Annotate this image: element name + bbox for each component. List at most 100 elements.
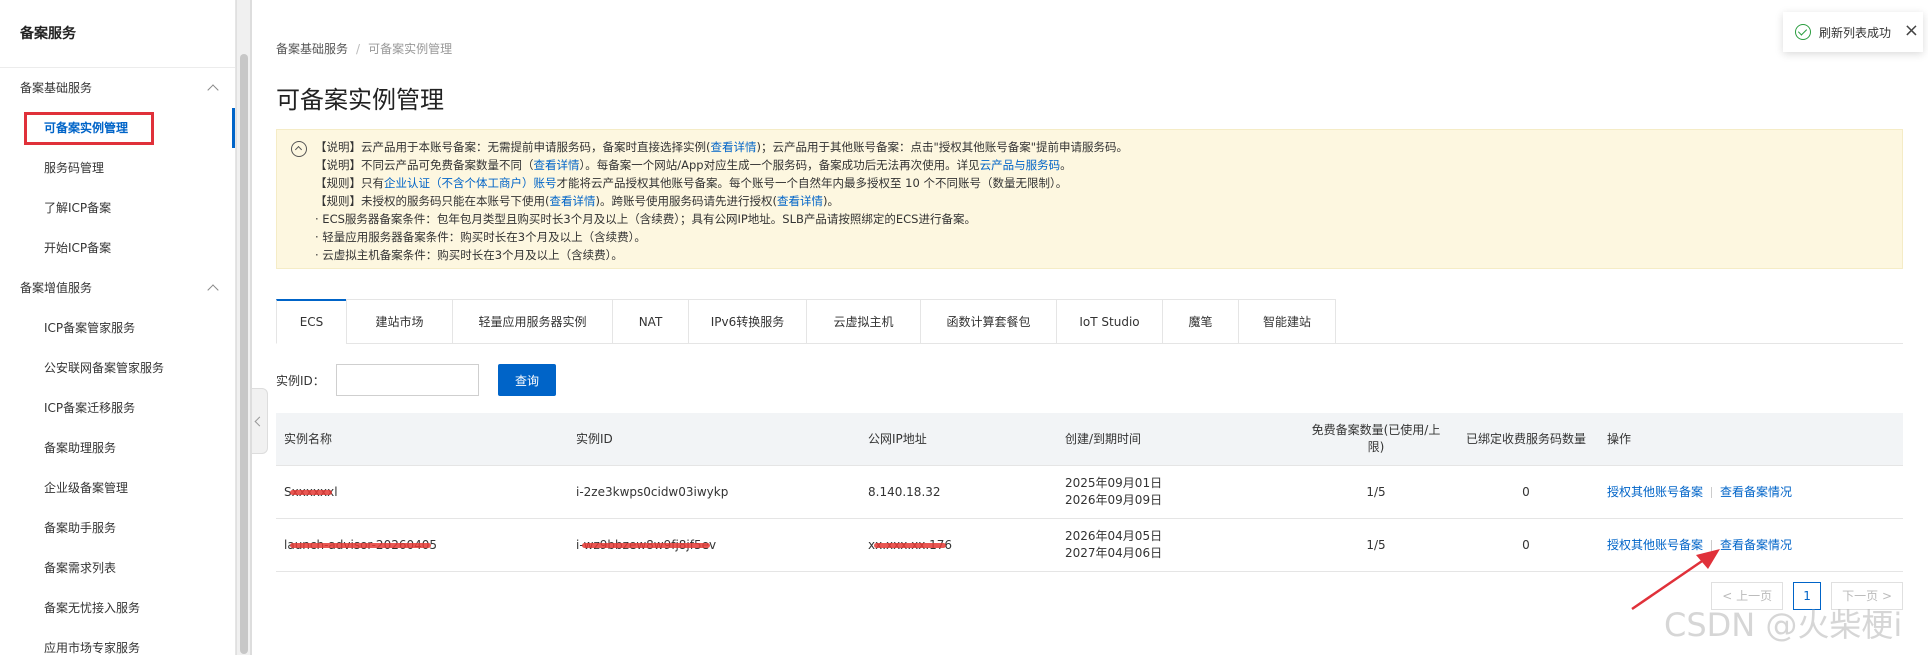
sidebar-item-label: 应用市场专家服务 [44, 641, 141, 655]
sidebar-item-label: 备案需求列表 [44, 561, 117, 575]
action-separator [1711, 486, 1713, 498]
sidebar-item-instance-management[interactable]: 可备案实例管理 [0, 108, 235, 148]
sidebar-item-label: ICP备案迁移服务 [44, 401, 136, 415]
sidebar-item-market-expert[interactable]: 应用市场专家服务 [0, 628, 235, 655]
sidebar-scrollbar[interactable] [236, 0, 250, 655]
sidebar-item-learn-icp[interactable]: 了解ICP备案 [0, 188, 235, 228]
free-quota: 1/5 [1366, 537, 1386, 552]
authorize-other-account-link[interactable]: 授权其他账号备案 [1607, 485, 1703, 499]
view-filing-status-link[interactable]: 查看备案情况 [1720, 485, 1792, 499]
notice-line: · 云虚拟主机备案条件：购买时长在3个月及以上（含续费）。 [315, 248, 623, 262]
sidebar-item-helper[interactable]: 备案助手服务 [0, 508, 235, 548]
breadcrumb-parent[interactable]: 备案基础服务 [276, 42, 348, 56]
sidebar-item-assistant-service[interactable]: 备案助理服务 [0, 428, 235, 468]
col-header: 操作 [1607, 431, 1632, 446]
public-ip: xx.xxx.xx.176 [868, 537, 953, 552]
free-quota: 1/5 [1366, 484, 1386, 499]
divider [250, 0, 252, 655]
instance-id: i-2ze3kwps0cidw03iwykp [576, 484, 729, 499]
sidebar: 备案服务 备案基础服务 可备案实例管理 服务码管理 了解ICP备案 开始ICP备… [0, 0, 236, 655]
instance-id: i-wz9bbzew8w9fj8jf5ev [576, 537, 717, 552]
collapse-sidebar-button[interactable] [252, 388, 268, 454]
sidebar-item-label: 企业级备案管理 [44, 481, 129, 495]
chevron-up-icon [207, 284, 219, 296]
notice-link[interactable]: 企业认证（不含个体工商户）账号 [384, 176, 557, 190]
tab-virtual-host[interactable]: 云虚拟主机 [806, 299, 920, 344]
tab-ecs[interactable]: ECS [276, 299, 346, 344]
tab-mobi[interactable]: 魔笔 [1162, 299, 1238, 344]
notice-line: 【说明】不同云产品可免费备案数量不同（查看详情）。每备案一个网站/App对应生成… [315, 158, 1072, 172]
view-filing-status-link[interactable]: 查看备案情况 [1720, 538, 1792, 552]
sidebar-item-worry-free[interactable]: 备案无忧接入服务 [0, 588, 235, 628]
col-header: 创建/到期时间 [1065, 431, 1142, 446]
success-toast: 刷新列表成功 × [1783, 12, 1923, 52]
sidebar-item-label: 备案无忧接入服务 [44, 601, 141, 615]
sidebar-item-service-code[interactable]: 服务码管理 [0, 148, 235, 188]
product-tabs: ECS 建站市场 轻量应用服务器实例 NAT IPv6转换服务 云虚拟主机 函数… [276, 299, 1903, 344]
notice-panel: 【说明】云产品用于本账号备案：无需提前申请服务码，备案时直接选择实例(查看详情)… [276, 129, 1903, 269]
sidebar-title: 备案服务 [0, 0, 235, 68]
collapse-up-icon[interactable] [291, 141, 307, 157]
sidebar-item-police-butler[interactable]: 公安联网备案管家服务 [0, 348, 235, 388]
create-expire-time: 2026年04月05日 2027年04月06日 [1065, 529, 1163, 560]
sidebar-item-label: 开始ICP备案 [44, 241, 112, 255]
tab-function-compute[interactable]: 函数计算套餐包 [920, 299, 1056, 344]
table-row: Sxxxxxxl i-2ze3kwps0cidw03iwykp 8.140.18… [276, 466, 1903, 519]
row-actions: 授权其他账号备案 查看备案情况 [1597, 484, 1903, 501]
chevron-up-icon [207, 84, 219, 96]
sidebar-item-label: 公安联网备案管家服务 [44, 361, 165, 375]
sidebar-item-label: 备案助理服务 [44, 441, 117, 455]
notice-link[interactable]: 查看详情 [710, 140, 756, 154]
chevron-left-icon [254, 416, 265, 427]
sidebar-item-label: 了解ICP备案 [44, 201, 112, 215]
sidebar-item-icp-butler[interactable]: ICP备案管家服务 [0, 308, 235, 348]
sidebar-group-basic[interactable]: 备案基础服务 [0, 68, 235, 108]
bound-count: 0 [1522, 537, 1530, 552]
notice-link[interactable]: 查看详情 [549, 194, 595, 208]
highlight-box [24, 112, 154, 145]
public-ip: 8.140.18.32 [868, 484, 941, 499]
breadcrumb-separator: / [356, 42, 361, 56]
sidebar-item-demand-list[interactable]: 备案需求列表 [0, 548, 235, 588]
tab-site-market[interactable]: 建站市场 [346, 299, 452, 344]
tab-ipv6[interactable]: IPv6转换服务 [688, 299, 806, 344]
sidebar-item-icp-migration[interactable]: ICP备案迁移服务 [0, 388, 235, 428]
notice-link[interactable]: 查看详情 [777, 194, 823, 208]
table-header: 实例名称 实例ID 公网IP地址 创建/到期时间 免费备案数量(已使用/上限) … [276, 413, 1903, 466]
scrollbar-thumb[interactable] [240, 54, 248, 654]
sidebar-item-start-icp[interactable]: 开始ICP备案 [0, 228, 235, 268]
breadcrumb-current: 可备案实例管理 [368, 42, 453, 56]
tab-iot-studio[interactable]: IoT Studio [1056, 299, 1162, 344]
col-header: 免费备案数量(已使用/上限) [1311, 423, 1441, 454]
notice-line: 【规则】未授权的服务码只能在本账号下使用(查看详情)。跨账号使用服务码请先进行授… [315, 194, 839, 208]
notice-line: 【说明】云产品用于本账号备案：无需提前申请服务码，备案时直接选择实例(查看详情)… [315, 140, 1129, 154]
tab-smart-site[interactable]: 智能建站 [1238, 299, 1336, 344]
close-icon[interactable]: × [1904, 22, 1919, 40]
notice-link[interactable]: 查看详情 [534, 158, 580, 172]
watermark: CSDN @火柴梗i [1664, 606, 1903, 644]
sidebar-item-enterprise[interactable]: 企业级备案管理 [0, 468, 235, 508]
sidebar-group-label: 备案基础服务 [20, 81, 93, 95]
instance-id-input[interactable] [336, 364, 479, 396]
instance-name: Sxxxxxxl [284, 484, 338, 499]
create-expire-time: 2025年09月01日 2026年09月09日 [1065, 476, 1163, 507]
query-button[interactable]: 查询 [498, 364, 556, 396]
col-header: 实例名称 [284, 431, 333, 446]
notice-line: · 轻量应用服务器备案条件：购买时长在3个月及以上（含续费）。 [315, 230, 646, 244]
toast-message: 刷新列表成功 [1819, 25, 1892, 40]
notice-link[interactable]: 云产品与服务码 [980, 158, 1061, 172]
sidebar-item-label: ICP备案管家服务 [44, 321, 136, 335]
instance-id-label: 实例ID： [276, 374, 325, 388]
tab-lightweight-server[interactable]: 轻量应用服务器实例 [452, 299, 612, 344]
sidebar-item-label: 备案助手服务 [44, 521, 117, 535]
instance-name: launch-advisor-20260405 [284, 537, 438, 552]
check-circle-icon [1795, 24, 1811, 40]
notice-line: · ECS服务器备案条件：包年包月类型且购买时长3个月及以上（含续费）；具有公网… [315, 212, 976, 226]
sidebar-group-label: 备案增值服务 [20, 281, 93, 295]
col-header: 已绑定收费服务码数量 [1465, 431, 1586, 446]
col-header: 实例ID [576, 431, 613, 446]
tab-nat[interactable]: NAT [612, 299, 688, 344]
bound-count: 0 [1522, 484, 1530, 499]
sidebar-group-value-added[interactable]: 备案增值服务 [0, 268, 235, 308]
page-title: 可备案实例管理 [276, 86, 444, 114]
